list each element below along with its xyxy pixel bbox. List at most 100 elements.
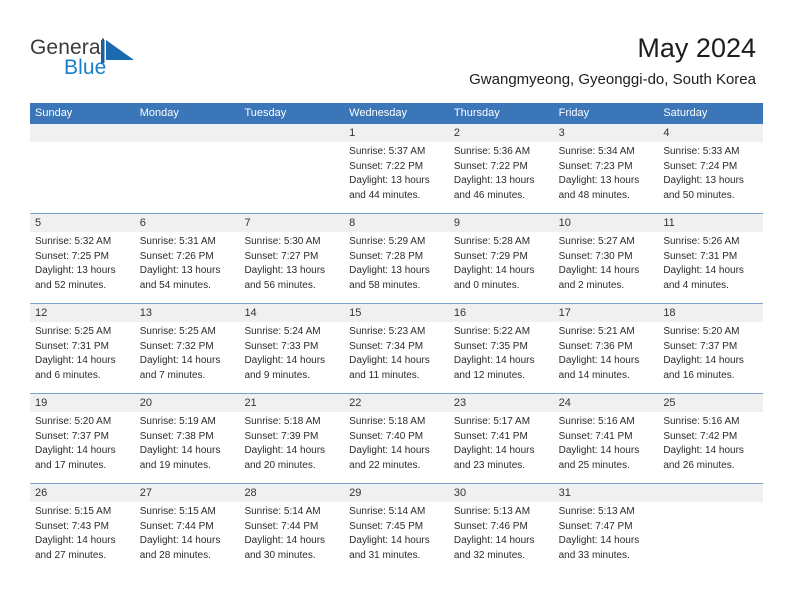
daylight-text: Daylight: 13 hours and 48 minutes. (558, 175, 640, 201)
day-number: 4 (658, 124, 764, 142)
sunset-text: Sunset: 7:22 PM (453, 160, 528, 172)
page-subtitle: Gwangmyeong, Gyeonggi-do, South Korea (469, 71, 756, 88)
daylight-text: Daylight: 14 hours and 7 minutes. (139, 355, 221, 381)
daylight-text: Daylight: 13 hours and 58 minutes. (349, 265, 430, 291)
day-number: 5 (30, 214, 135, 232)
sunset-text: Sunset: 7:35 PM (453, 340, 528, 352)
day-number: 18 (658, 304, 764, 322)
calendar-day-cell[interactable]: 15 Sunrise: 5:23 AM Sunset: 7:34 PM Dayligh… (344, 304, 449, 393)
calendar-day-cell[interactable]: 7 Sunrise: 5:30 AM Sunset: 7:27 PM Daylight… (239, 214, 345, 303)
calendar-day-cell[interactable]: 3 Sunrise: 5:34 AM Sunset: 7:23 PM Daylight… (553, 124, 659, 213)
day-sun-info: Sunrise: 5:20 AM Sunset: 7:37 PM Daylight:… (30, 412, 135, 473)
sunrise-text: Sunrise: 5:19 AM (139, 416, 216, 427)
calendar-day-cell[interactable]: 4 Sunrise: 5:33 AM Sunset: 7:24 PM Daylight… (658, 124, 764, 213)
calendar-day-cell[interactable]: 27 Sunrise: 5:15 AM Sunset: 7:44 PM Dayligh… (134, 484, 240, 573)
day-number: 3 (553, 124, 659, 142)
daylight-text: Daylight: 13 hours and 52 minutes. (35, 265, 116, 291)
day-number: 19 (30, 394, 135, 412)
daylight-text: Daylight: 14 hours and 26 minutes. (663, 445, 744, 471)
daylight-text: Daylight: 14 hours and 0 minutes. (453, 265, 535, 291)
calendar-day-cell[interactable]: 14 Sunrise: 5:24 AM Sunset: 7:33 PM Dayligh… (239, 304, 345, 393)
generalblue-logo[interactable]: General Blue (30, 36, 160, 84)
sunset-text: Sunset: 7:30 PM (558, 250, 633, 262)
day-sun-info: Sunrise: 5:23 AM Sunset: 7:34 PM Daylight:… (344, 322, 449, 383)
day-sun-info: Sunrise: 5:34 AM Sunset: 7:23 PM Daylight:… (554, 142, 659, 203)
calendar-day-cell[interactable]: 10 Sunrise: 5:27 AM Sunset: 7:30 PM Dayligh… (553, 214, 659, 303)
sunset-text: Sunset: 7:22 PM (349, 160, 424, 172)
day-number: 22 (344, 394, 449, 412)
calendar-day-cell[interactable]: 30 Sunrise: 5:13 AM Sunset: 7:46 PM Dayligh… (448, 484, 554, 573)
calendar-day-cell[interactable]: 18 Sunrise: 5:20 AM Sunset: 7:37 PM Dayligh… (658, 304, 764, 393)
sunset-text: Sunset: 7:38 PM (139, 430, 214, 442)
sunrise-text: Sunrise: 5:27 AM (558, 236, 635, 247)
calendar-day-cell[interactable]: 28 Sunrise: 5:14 AM Sunset: 7:44 PM Dayligh… (239, 484, 345, 573)
sunrise-text: Sunrise: 5:14 AM (349, 506, 426, 517)
calendar-day-cell[interactable]: 11 Sunrise: 5:26 AM Sunset: 7:31 PM Dayligh… (658, 214, 764, 303)
calendar-day-cell[interactable]: 8 Sunrise: 5:29 AM Sunset: 7:28 PM Daylight… (344, 214, 449, 303)
calendar-day-cell[interactable]: 23 Sunrise: 5:17 AM Sunset: 7:41 PM Dayligh… (448, 394, 554, 483)
sunrise-text: Sunrise: 5:24 AM (244, 326, 321, 337)
day-sun-info: Sunrise: 5:32 AM Sunset: 7:25 PM Daylight:… (30, 232, 135, 293)
day-sun-info: Sunrise: 5:16 AM Sunset: 7:42 PM Daylight:… (658, 412, 763, 473)
sunrise-text: Sunrise: 5:20 AM (35, 416, 112, 427)
daylight-text: Daylight: 14 hours and 6 minutes. (35, 355, 116, 381)
sunset-text: Sunset: 7:36 PM (558, 340, 633, 352)
daylight-text: Daylight: 14 hours and 16 minutes. (663, 355, 744, 381)
sunset-text: Sunset: 7:46 PM (453, 520, 528, 532)
sunset-text: Sunset: 7:29 PM (453, 250, 528, 262)
calendar-day-cell-empty (134, 124, 240, 213)
calendar-day-cell[interactable]: 2 Sunrise: 5:36 AM Sunset: 7:22 PM Daylight… (448, 124, 554, 213)
calendar-day-cell[interactable]: 16 Sunrise: 5:22 AM Sunset: 7:35 PM Dayligh… (448, 304, 554, 393)
calendar-day-cell[interactable]: 9 Sunrise: 5:28 AM Sunset: 7:29 PM Daylight… (448, 214, 554, 303)
calendar-day-cell[interactable]: 20 Sunrise: 5:19 AM Sunset: 7:38 PM Dayligh… (134, 394, 240, 483)
calendar-day-cell[interactable]: 19 Sunrise: 5:20 AM Sunset: 7:37 PM Dayligh… (30, 394, 135, 483)
sunset-text: Sunset: 7:41 PM (558, 430, 633, 442)
day-number: 8 (344, 214, 449, 232)
sunset-text: Sunset: 7:45 PM (349, 520, 424, 532)
daylight-text: Daylight: 14 hours and 9 minutes. (244, 355, 326, 381)
sunrise-text: Sunrise: 5:20 AM (663, 326, 740, 337)
day-number: 15 (344, 304, 449, 322)
sunset-text: Sunset: 7:32 PM (139, 340, 214, 352)
calendar-day-cell[interactable]: 12 Sunrise: 5:25 AM Sunset: 7:31 PM Dayligh… (30, 304, 135, 393)
calendar-day-cell[interactable]: 13 Sunrise: 5:25 AM Sunset: 7:32 PM Dayligh… (134, 304, 240, 393)
sunrise-text: Sunrise: 5:25 AM (139, 326, 216, 337)
calendar-page: General Blue May 2024 Gwangmyeong, Gyeon… (0, 0, 792, 612)
calendar-day-cell[interactable]: 29 Sunrise: 5:14 AM Sunset: 7:45 PM Dayligh… (344, 484, 449, 573)
sunrise-text: Sunrise: 5:17 AM (453, 416, 531, 427)
day-sun-info: Sunrise: 5:26 AM Sunset: 7:31 PM Daylight:… (658, 232, 763, 293)
day-sun-info: Sunrise: 5:14 AM Sunset: 7:44 PM Daylight:… (239, 502, 344, 563)
daylight-text: Daylight: 13 hours and 50 minutes. (663, 175, 744, 201)
sunset-text: Sunset: 7:39 PM (244, 430, 319, 442)
daylight-text: Daylight: 14 hours and 11 minutes. (349, 355, 430, 381)
sunrise-text: Sunrise: 5:18 AM (349, 416, 426, 427)
sunrise-text: Sunrise: 5:15 AM (35, 506, 112, 517)
calendar-day-cell[interactable]: 31 Sunrise: 5:13 AM Sunset: 7:47 PM Dayligh… (553, 484, 659, 573)
calendar-day-cell[interactable]: 26 Sunrise: 5:15 AM Sunset: 7:43 PM Dayligh… (30, 484, 135, 573)
day-sun-info: Sunrise: 5:21 AM Sunset: 7:36 PM Daylight:… (554, 322, 659, 383)
daylight-text: Daylight: 14 hours and 33 minutes. (558, 535, 640, 561)
daylight-text: Daylight: 14 hours and 32 minutes. (453, 535, 535, 561)
calendar-day-cell[interactable]: 6 Sunrise: 5:31 AM Sunset: 7:26 PM Daylight… (134, 214, 240, 303)
sunrise-text: Sunrise: 5:22 AM (453, 326, 531, 337)
calendar-day-cell[interactable]: 1 Sunrise: 5:37 AM Sunset: 7:22 PM Daylight… (344, 124, 449, 213)
daylight-text: Daylight: 13 hours and 44 minutes. (349, 175, 430, 201)
calendar-day-cell[interactable]: 17 Sunrise: 5:21 AM Sunset: 7:36 PM Dayligh… (553, 304, 659, 393)
sunrise-text: Sunrise: 5:23 AM (349, 326, 426, 337)
day-sun-info: Sunrise: 5:30 AM Sunset: 7:27 PM Daylight:… (239, 232, 344, 293)
day-number: 30 (448, 484, 554, 502)
calendar-day-cell[interactable]: 21 Sunrise: 5:18 AM Sunset: 7:39 PM Dayligh… (239, 394, 345, 483)
weekday-header-wednesday: Wednesday (349, 107, 408, 119)
sunrise-text: Sunrise: 5:33 AM (663, 146, 740, 157)
calendar-day-cell[interactable]: 24 Sunrise: 5:16 AM Sunset: 7:41 PM Dayligh… (553, 394, 659, 483)
calendar-day-cell[interactable]: 25 Sunrise: 5:16 AM Sunset: 7:42 PM Dayligh… (658, 394, 764, 483)
calendar-day-cell[interactable]: 5 Sunrise: 5:32 AM Sunset: 7:25 PM Daylight… (30, 214, 135, 303)
weekday-header-tuesday: Tuesday (244, 107, 287, 119)
sunset-text: Sunset: 7:31 PM (35, 340, 109, 352)
daylight-text: Daylight: 14 hours and 14 minutes. (558, 355, 640, 381)
sunrise-text: Sunrise: 5:26 AM (663, 236, 740, 247)
calendar-week-row: 26 Sunrise: 5:15 AM Sunset: 7:43 PM Dayligh… (30, 483, 764, 573)
sunrise-text: Sunrise: 5:14 AM (244, 506, 321, 517)
calendar-day-cell[interactable]: 22 Sunrise: 5:18 AM Sunset: 7:40 PM Dayligh… (344, 394, 449, 483)
day-sun-info: Sunrise: 5:15 AM Sunset: 7:44 PM Daylight:… (135, 502, 240, 563)
